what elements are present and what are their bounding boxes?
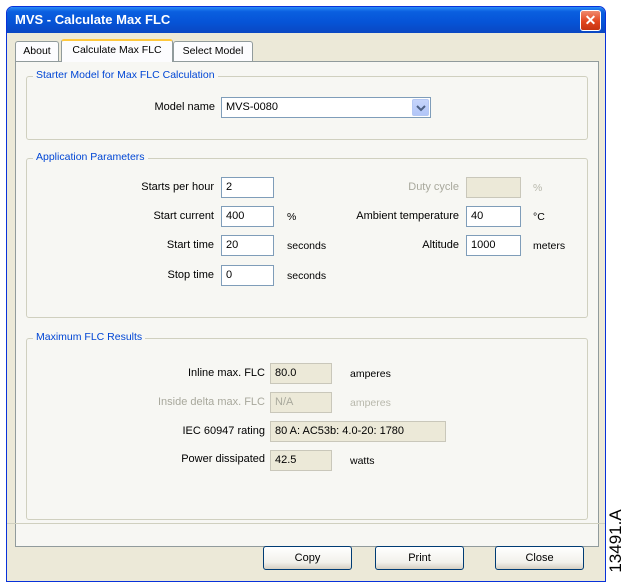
duty-cycle-label: Duty cycle — [408, 181, 459, 193]
starter-model-group: Starter Model for Max FLC Calculation Mo… — [26, 69, 588, 140]
copy-button[interactable]: Copy — [263, 546, 352, 570]
footer-divider — [7, 523, 605, 524]
start-time-input[interactable]: 20 — [221, 235, 274, 256]
starts-per-hour-label: Starts per hour — [141, 181, 214, 193]
inline-max-flc-label: Inline max. FLC — [187, 367, 265, 379]
close-icon: ✕ — [584, 12, 597, 28]
power-dissipated-value: 42.5 — [270, 450, 332, 471]
altitude-unit: meters — [533, 240, 566, 252]
calculate-max-flc-window: MVS - Calculate Max FLC ✕ About Calculat… — [6, 6, 606, 582]
duty-cycle-unit: % — [533, 182, 543, 194]
maximum-flc-results-group: Maximum FLC Results Inline max. FLC 80.0… — [26, 331, 588, 520]
close-button[interactable]: Close — [495, 546, 584, 570]
stop-time-input[interactable]: 0 — [221, 265, 274, 286]
stop-time-unit: seconds — [287, 270, 327, 282]
title-bar[interactable]: MVS - Calculate Max FLC ✕ — [7, 7, 605, 33]
starts-per-hour-input[interactable]: 2 — [221, 177, 274, 198]
starter-model-group-title: Starter Model for Max FLC Calculation — [33, 69, 218, 81]
close-window-button[interactable]: ✕ — [580, 10, 601, 31]
ambient-temperature-label: Ambient temperature — [356, 210, 459, 222]
figure-id-label: 13491.A — [603, 496, 629, 586]
inline-max-flc-value: 80.0 — [270, 363, 332, 384]
tab-page-calculate-max-flc: Starter Model for Max FLC Calculation Mo… — [15, 61, 599, 547]
inside-delta-max-flc-value: N/A — [270, 392, 332, 413]
ambient-temperature-unit: °C — [533, 211, 545, 223]
application-parameters-group: Application Parameters Starts per hour 2… — [26, 151, 588, 318]
inside-delta-max-flc-unit: amperes — [350, 397, 391, 409]
inside-delta-max-flc-label: Inside delta max. FLC — [158, 396, 265, 408]
start-current-unit: % — [287, 211, 297, 223]
start-time-unit: seconds — [287, 240, 327, 252]
figure-id-text: 13491.A — [606, 509, 625, 573]
model-name-value: MVS-0080 — [226, 101, 278, 113]
iec-60947-rating-value: 80 A: AC53b: 4.0-20: 1780 — [270, 421, 446, 442]
maximum-flc-results-group-title: Maximum FLC Results — [33, 331, 146, 343]
tab-calculate-max-flc[interactable]: Calculate Max FLC — [61, 39, 173, 62]
tab-about[interactable]: About — [15, 41, 59, 61]
duty-cycle-input — [466, 177, 521, 198]
dropdown-button[interactable] — [412, 99, 429, 116]
model-name-label: Model name — [154, 101, 215, 113]
power-dissipated-label: Power dissipated — [181, 453, 265, 465]
altitude-input[interactable]: 1000 — [466, 235, 521, 256]
print-button[interactable]: Print — [375, 546, 464, 570]
inline-max-flc-unit: amperes — [350, 368, 391, 380]
power-dissipated-unit: watts — [350, 455, 375, 467]
start-time-label: Start time — [166, 239, 214, 251]
window-title: MVS - Calculate Max FLC — [15, 12, 171, 27]
start-current-input[interactable]: 400 — [221, 206, 274, 227]
ambient-temperature-input[interactable]: 40 — [466, 206, 521, 227]
tab-select-model[interactable]: Select Model — [173, 41, 253, 61]
chevron-down-icon — [416, 105, 426, 112]
altitude-label: Altitude — [422, 239, 459, 251]
stop-time-label: Stop time — [167, 269, 214, 281]
application-parameters-group-title: Application Parameters — [33, 151, 148, 163]
iec-60947-rating-label: IEC 60947 rating — [182, 425, 265, 437]
start-current-label: Start current — [153, 210, 214, 222]
model-name-select[interactable]: MVS-0080 — [221, 97, 431, 118]
